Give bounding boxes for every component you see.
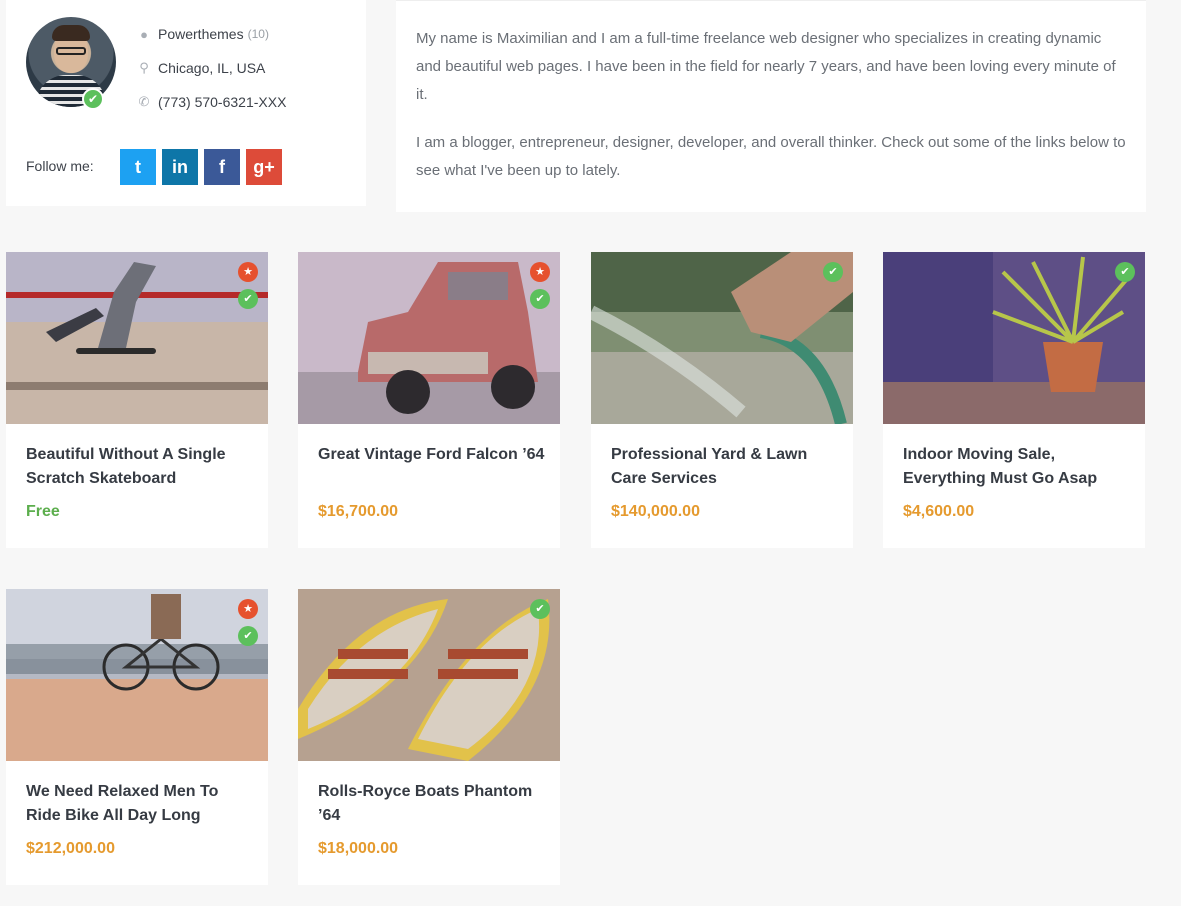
- listing-image-bicycle[interactable]: ★ ✔: [6, 589, 268, 761]
- profile-phone: (773) 570-6321-XXX: [158, 94, 287, 110]
- listing-image-rowboats[interactable]: ✔: [298, 589, 560, 761]
- map-pin-icon: ⚲: [139, 60, 149, 75]
- about-card: My name is Maximilian and I am a full-ti…: [396, 0, 1146, 212]
- linkedin-button[interactable]: in: [162, 149, 198, 185]
- listing-title[interactable]: Professional Yard & Lawn Care Services: [611, 443, 841, 491]
- listing-title[interactable]: Beautiful Without A Single Scratch Skate…: [26, 443, 256, 491]
- listing-price: $16,700.00: [318, 503, 399, 520]
- listing-price: $212,000.00: [26, 840, 115, 857]
- verified-check-icon: ✔: [82, 88, 104, 110]
- verified-check-icon: ✔: [530, 599, 550, 619]
- linkedin-icon: in: [172, 157, 188, 177]
- listing-price: $140,000.00: [611, 503, 700, 520]
- listing-image-vintage-truck[interactable]: ★ ✔: [298, 252, 560, 424]
- listing-image-skateboard[interactable]: ★ ✔: [6, 252, 268, 424]
- listing-card[interactable]: ★ ✔ Beautiful Without A Single Scratch S…: [6, 252, 268, 548]
- listing-card[interactable]: ✔ Indoor Moving Sale, Everything Must Go…: [883, 252, 1145, 548]
- verified-check-icon: ✔: [823, 262, 843, 282]
- verified-check-icon: ✔: [238, 626, 258, 646]
- listing-price: Free: [26, 503, 60, 520]
- profile-name-row: ● Powerthemes (10): [136, 24, 269, 44]
- facebook-icon: f: [219, 157, 225, 177]
- listing-title[interactable]: We Need Relaxed Men To Ride Bike All Day…: [26, 780, 256, 828]
- listing-title[interactable]: Indoor Moving Sale, Everything Must Go A…: [903, 443, 1133, 491]
- profile-location: Chicago, IL, USA: [158, 60, 266, 76]
- profile-phone-row: ✆ (773) 570-6321-XXX: [136, 92, 287, 112]
- twitter-icon: t: [135, 157, 141, 177]
- listing-card[interactable]: ✔ Rolls-Royce Boats Phantom ’64 $18,000.…: [298, 589, 560, 885]
- listing-price: $18,000.00: [318, 840, 399, 857]
- listing-price: $4,600.00: [903, 503, 975, 520]
- listing-title[interactable]: Great Vintage Ford Falcon ’64: [318, 443, 548, 467]
- featured-star-icon: ★: [238, 262, 258, 282]
- profile-card: ✔ ● Powerthemes (10) ⚲ Chicago, IL, USA …: [6, 0, 366, 206]
- listing-image-house-plant[interactable]: ✔: [883, 252, 1145, 424]
- listing-card[interactable]: ✔ Professional Yard & Lawn Care Services…: [591, 252, 853, 548]
- listing-count: (10): [247, 27, 269, 41]
- verified-check-icon: ✔: [530, 289, 550, 309]
- verified-check-icon: ✔: [238, 289, 258, 309]
- about-paragraph: My name is Maximilian and I am a full-ti…: [416, 30, 1116, 103]
- google-plus-icon: g+: [253, 157, 275, 177]
- google-plus-button[interactable]: g+: [246, 149, 282, 185]
- listing-card[interactable]: ★ ✔ Great Vintage Ford Falcon ’64 $16,70…: [298, 252, 560, 548]
- verified-check-icon: ✔: [1115, 262, 1135, 282]
- user-icon: ●: [140, 26, 148, 42]
- profile-location-row: ⚲ Chicago, IL, USA: [136, 58, 265, 78]
- listing-title[interactable]: Rolls-Royce Boats Phantom ’64: [318, 780, 548, 828]
- phone-icon: ✆: [138, 94, 150, 109]
- profile-name[interactable]: Powerthemes: [158, 26, 244, 42]
- twitter-button[interactable]: t: [120, 149, 156, 185]
- facebook-button[interactable]: f: [204, 149, 240, 185]
- about-paragraph: I am a blogger, entrepreneur, designer, …: [416, 134, 1126, 179]
- listing-image-garden-hose[interactable]: ✔: [591, 252, 853, 424]
- featured-star-icon: ★: [530, 262, 550, 282]
- follow-label: Follow me:: [26, 158, 94, 174]
- listing-card[interactable]: ★ ✔ We Need Relaxed Men To Ride Bike All…: [6, 589, 268, 885]
- featured-star-icon: ★: [238, 599, 258, 619]
